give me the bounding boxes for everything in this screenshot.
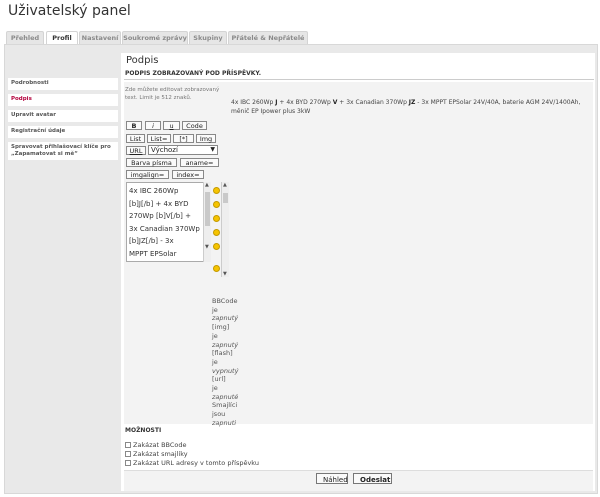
bbcode-status-line: Smajlíci xyxy=(212,401,238,410)
smiley-scrollbar[interactable]: ▲ ▼ xyxy=(221,182,229,277)
tab-pratele[interactable]: Přátelé & Nepřátelé xyxy=(228,31,308,44)
bbcode-status-line: je xyxy=(212,384,218,393)
option-label: Zakázat BBCode xyxy=(133,441,187,449)
signature-description: Zde můžete editovat zobrazovaný text. Li… xyxy=(125,87,220,101)
font-color-button[interactable]: Barva písma xyxy=(126,158,177,167)
bbcode-status-line: zapnutý xyxy=(212,340,239,349)
scroll-thumb[interactable] xyxy=(223,193,228,203)
italic-button[interactable]: i xyxy=(145,121,161,130)
tab-skupiny[interactable]: Skupiny xyxy=(189,31,227,44)
list-item-button[interactable]: [*] xyxy=(173,134,194,143)
list-ordered-button[interactable]: List= xyxy=(147,134,171,143)
tab-nastaveni[interactable]: Nastavení xyxy=(79,31,121,44)
bbcode-status-line: zapnutý xyxy=(212,314,239,323)
page-title: Uživatelský panel xyxy=(8,3,131,19)
bbcode-status-line: zapnuté xyxy=(212,392,239,401)
bbcode-status-line: vypnutý xyxy=(212,366,239,375)
checkbox[interactable] xyxy=(125,442,131,448)
bbcode-status-line: [flash] xyxy=(212,349,233,358)
aname-button[interactable]: aname= xyxy=(180,158,219,167)
tab-prehled[interactable]: Přehled xyxy=(6,31,44,44)
bold-button[interactable]: B xyxy=(126,121,142,130)
img-button[interactable]: Img xyxy=(196,134,216,143)
list-button[interactable]: List xyxy=(126,134,145,143)
scroll-up-icon[interactable]: ▲ xyxy=(223,182,227,188)
section-title: Podpis xyxy=(126,55,159,66)
bbcode-status-line: je xyxy=(212,305,218,314)
options-title: MOŽNOSTI xyxy=(125,427,162,434)
preview-text: 4x IBC 260Wp xyxy=(231,99,276,106)
option-label: Zakázat smajlíky xyxy=(133,450,188,458)
signature-preview: 4x IBC 260Wp J + 4x BYD 270Wp V + 3x Can… xyxy=(231,98,591,116)
sidebar-item-registracni-udaje[interactable]: Registrační údaje xyxy=(8,126,118,138)
checkbox[interactable] xyxy=(125,460,131,466)
checkbox[interactable] xyxy=(125,451,131,457)
smiley-icon[interactable] xyxy=(213,201,220,208)
url-button[interactable]: URL xyxy=(126,146,146,155)
scroll-down-icon[interactable]: ▼ xyxy=(223,271,227,277)
imgalign-button[interactable]: imgalign= xyxy=(126,170,169,179)
smiley-icon[interactable] xyxy=(213,215,220,222)
preview-text: + 3x Canadian 370Wp xyxy=(337,99,409,106)
bbcode-status-line: BBCode xyxy=(212,297,238,305)
tab-soukrome-zpravy[interactable]: Soukromé zprávy xyxy=(122,31,188,44)
preview-button[interactable]: Náhled xyxy=(316,473,348,484)
smiley-icon[interactable] xyxy=(213,229,220,236)
smiley-icon[interactable] xyxy=(213,243,220,250)
sidebar-item-prihlasovaci-klice[interactable]: Spravovat přihlašovací klíče pro „Zapama… xyxy=(8,142,118,160)
option-label: Zakázat URL adresy v tomto příspěvku xyxy=(133,459,259,467)
bbcode-status-line: zapnuti xyxy=(212,418,237,427)
sidebar-item-podpis[interactable]: Podpis xyxy=(8,94,118,106)
chevron-down-icon: ▼ xyxy=(210,146,215,153)
bbcode-status-line: je xyxy=(212,331,218,340)
bbcode-status-line: jsou xyxy=(212,410,226,419)
bbcode-status: BBCode je zapnutý [img] je zapnutý [flas… xyxy=(212,297,252,428)
sidebar-item-upravit-avatar[interactable]: Upravit avatar xyxy=(8,110,118,122)
code-button[interactable]: Code xyxy=(182,121,207,130)
option-disable-bbcode[interactable]: Zakázat BBCode xyxy=(125,441,187,449)
bbcode-status-line: [url] xyxy=(212,375,226,384)
tab-profil[interactable]: Profil xyxy=(46,31,78,45)
smiley-icon[interactable] xyxy=(213,265,220,272)
sidebar-item-podrobnosti[interactable]: Podrobnosti xyxy=(8,78,118,90)
option-disable-smilies[interactable]: Zakázat smajlíky xyxy=(125,450,188,458)
bbcode-status-line: je xyxy=(212,357,218,366)
section-header: PODPIS ZOBRAZOVANÝ POD PŘÍSPĚVKY. xyxy=(124,70,594,80)
preview-text: + 4x BYD 270Wp xyxy=(277,99,333,106)
index-button[interactable]: index= xyxy=(172,170,204,179)
signature-textarea[interactable]: 4x IBC 260Wp [b]J[/b] + 4x BYD 270Wp [b]… xyxy=(126,182,206,262)
font-size-select-value: Výchozí xyxy=(151,146,178,154)
smiley-icon[interactable] xyxy=(213,187,220,194)
submit-button[interactable]: Odeslat xyxy=(353,473,392,484)
underline-button[interactable]: u xyxy=(163,121,180,130)
font-size-select[interactable]: Výchozí ▼ xyxy=(148,145,218,155)
bbcode-status-line: [img] xyxy=(212,323,230,332)
option-disable-urls[interactable]: Zakázat URL adresy v tomto příspěvku xyxy=(125,459,259,467)
